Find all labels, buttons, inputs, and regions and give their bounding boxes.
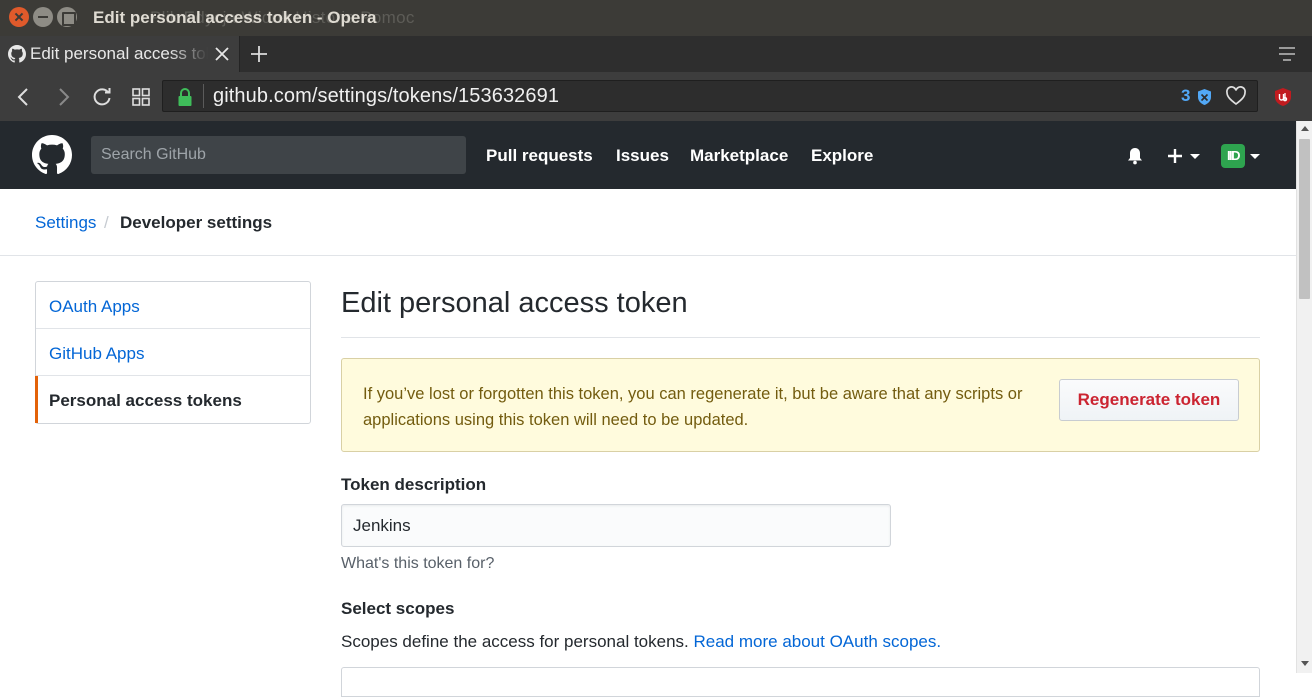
lock-icon — [178, 88, 192, 106]
github-logo-icon[interactable] — [32, 135, 72, 175]
tab-close-icon[interactable] — [213, 45, 231, 63]
caret-down-icon[interactable] — [1250, 154, 1260, 159]
breadcrumb: Settings / Developer settings — [0, 189, 1296, 256]
settings-side-menu: OAuth Apps GitHub Apps Personal access t… — [35, 281, 311, 424]
tab-menu-icon[interactable] — [1276, 45, 1298, 63]
nav-issues[interactable]: Issues — [616, 146, 669, 166]
reload-icon[interactable] — [91, 86, 113, 108]
avatar[interactable]: IID — [1221, 144, 1245, 168]
tab-bar: Edit personal access token — [0, 36, 1312, 72]
browser-tab[interactable]: Edit personal access token — [0, 36, 240, 72]
heart-icon[interactable] — [1225, 86, 1247, 106]
github-favicon-icon — [8, 45, 26, 63]
nav-marketplace[interactable]: Marketplace — [690, 146, 788, 166]
window-title: Edit personal access token - Opera — [93, 8, 377, 27]
close-icon[interactable] — [9, 7, 29, 27]
search-input[interactable]: Search GitHub — [91, 136, 466, 174]
token-description-field[interactable] — [341, 504, 891, 547]
tab-title: Edit personal access token — [30, 44, 208, 63]
tracker-count[interactable]: 3 — [1181, 86, 1190, 106]
scopes-table — [341, 667, 1260, 697]
menu-item-label: GitHub Apps — [49, 344, 145, 363]
tracker-shield-icon[interactable] — [1197, 88, 1212, 106]
select-scopes-label: Select scopes — [341, 599, 455, 618]
warning-flash: If you’ve lost or forgotten this token, … — [341, 358, 1260, 452]
menu-item-oauth-apps[interactable]: OAuth Apps — [36, 282, 310, 329]
bell-icon[interactable] — [1125, 146, 1145, 166]
breadcrumb-current: Developer settings — [120, 213, 273, 232]
menu-item-label: Personal access tokens — [49, 391, 242, 410]
page-title: Edit personal access token — [341, 287, 688, 319]
oauth-scopes-link[interactable]: Read more about OAuth scopes. — [694, 632, 942, 651]
nav-explore[interactable]: Explore — [811, 146, 873, 166]
scroll-up-arrow[interactable] — [1301, 126, 1309, 131]
plus-icon[interactable] — [248, 43, 270, 65]
speed-dial-icon[interactable] — [130, 86, 152, 108]
scopes-description: Scopes define the access for personal to… — [341, 632, 941, 652]
caret-down-icon[interactable] — [1190, 154, 1200, 159]
avatar-initials: IID — [1226, 148, 1241, 163]
scroll-thumb[interactable] — [1299, 139, 1310, 299]
menu-item-personal-access-tokens[interactable]: Personal access tokens — [35, 376, 310, 423]
url-text: github.com/settings/tokens/153632691 — [213, 85, 560, 107]
token-description-label: Token description — [341, 475, 487, 494]
menu-item-label: OAuth Apps — [49, 297, 140, 316]
nav-pull-requests[interactable]: Pull requests — [486, 146, 593, 166]
token-description-note: What's this token for? — [341, 555, 495, 572]
forward-icon[interactable] — [52, 86, 74, 108]
breadcrumb-separator: / — [104, 213, 109, 232]
maximize-icon[interactable] — [57, 7, 77, 27]
ublock-icon[interactable] — [1273, 87, 1293, 107]
search-placeholder: Search GitHub — [101, 146, 206, 163]
breadcrumb-settings-link[interactable]: Settings — [35, 213, 96, 233]
page-scrollbar[interactable] — [1296, 121, 1312, 673]
scopes-text: Scopes define the access for personal to… — [341, 632, 689, 651]
address-bar: github.com/settings/tokens/153632691 3 — [0, 72, 1312, 121]
url-field[interactable]: github.com/settings/tokens/153632691 3 — [162, 80, 1258, 112]
plus-icon[interactable] — [1166, 147, 1184, 165]
flash-message: If you’ve lost or forgotten this token, … — [363, 385, 1023, 429]
scroll-down-arrow[interactable] — [1301, 661, 1309, 666]
github-header: Search GitHub Pull requests Issues Marke… — [0, 121, 1296, 189]
window-titlebar: Plik Edycja Widok Historia Pomoc Edit pe… — [0, 0, 1312, 36]
back-icon[interactable] — [13, 86, 35, 108]
regenerate-token-button[interactable]: Regenerate token — [1059, 379, 1239, 421]
title-divider — [341, 337, 1260, 338]
minimize-icon[interactable] — [33, 7, 53, 27]
menu-item-github-apps[interactable]: GitHub Apps — [36, 329, 310, 376]
url-divider — [203, 84, 204, 108]
